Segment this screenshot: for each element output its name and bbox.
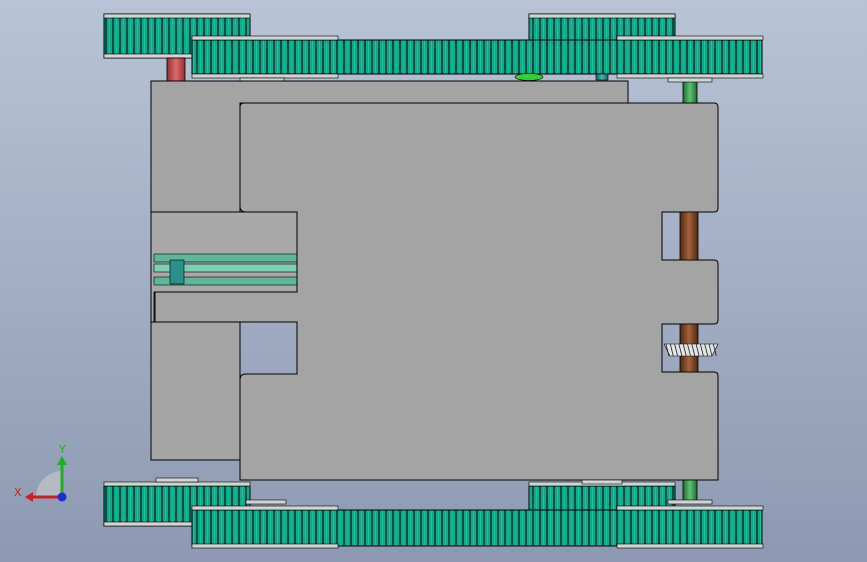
bottom-track-band[interactable] bbox=[191, 505, 764, 549]
shaft-brown-upper[interactable] bbox=[679, 211, 699, 261]
hub-bottom-mid bbox=[245, 499, 287, 505]
shaft-green-right-top[interactable] bbox=[682, 79, 698, 105]
triad-x-label: X bbox=[14, 486, 22, 499]
hub-bottom-left bbox=[155, 477, 199, 483]
hub-top-right bbox=[667, 77, 713, 83]
cad-model-view[interactable]: Y X bbox=[0, 0, 867, 562]
top-track-band[interactable] bbox=[191, 35, 764, 79]
triad-y-label: Y bbox=[58, 443, 66, 456]
green-cap-top bbox=[514, 73, 544, 81]
graphics-viewport[interactable]: Y X bbox=[0, 0, 867, 562]
bevel-gear[interactable] bbox=[663, 343, 719, 357]
hub-bottom-right bbox=[581, 479, 623, 485]
shaft-green-right-bottom[interactable] bbox=[682, 479, 698, 503]
shaft-teal-top[interactable] bbox=[595, 73, 609, 81]
hub-bottom-far-right bbox=[667, 499, 713, 505]
shaft-red-left-top[interactable] bbox=[166, 57, 186, 83]
